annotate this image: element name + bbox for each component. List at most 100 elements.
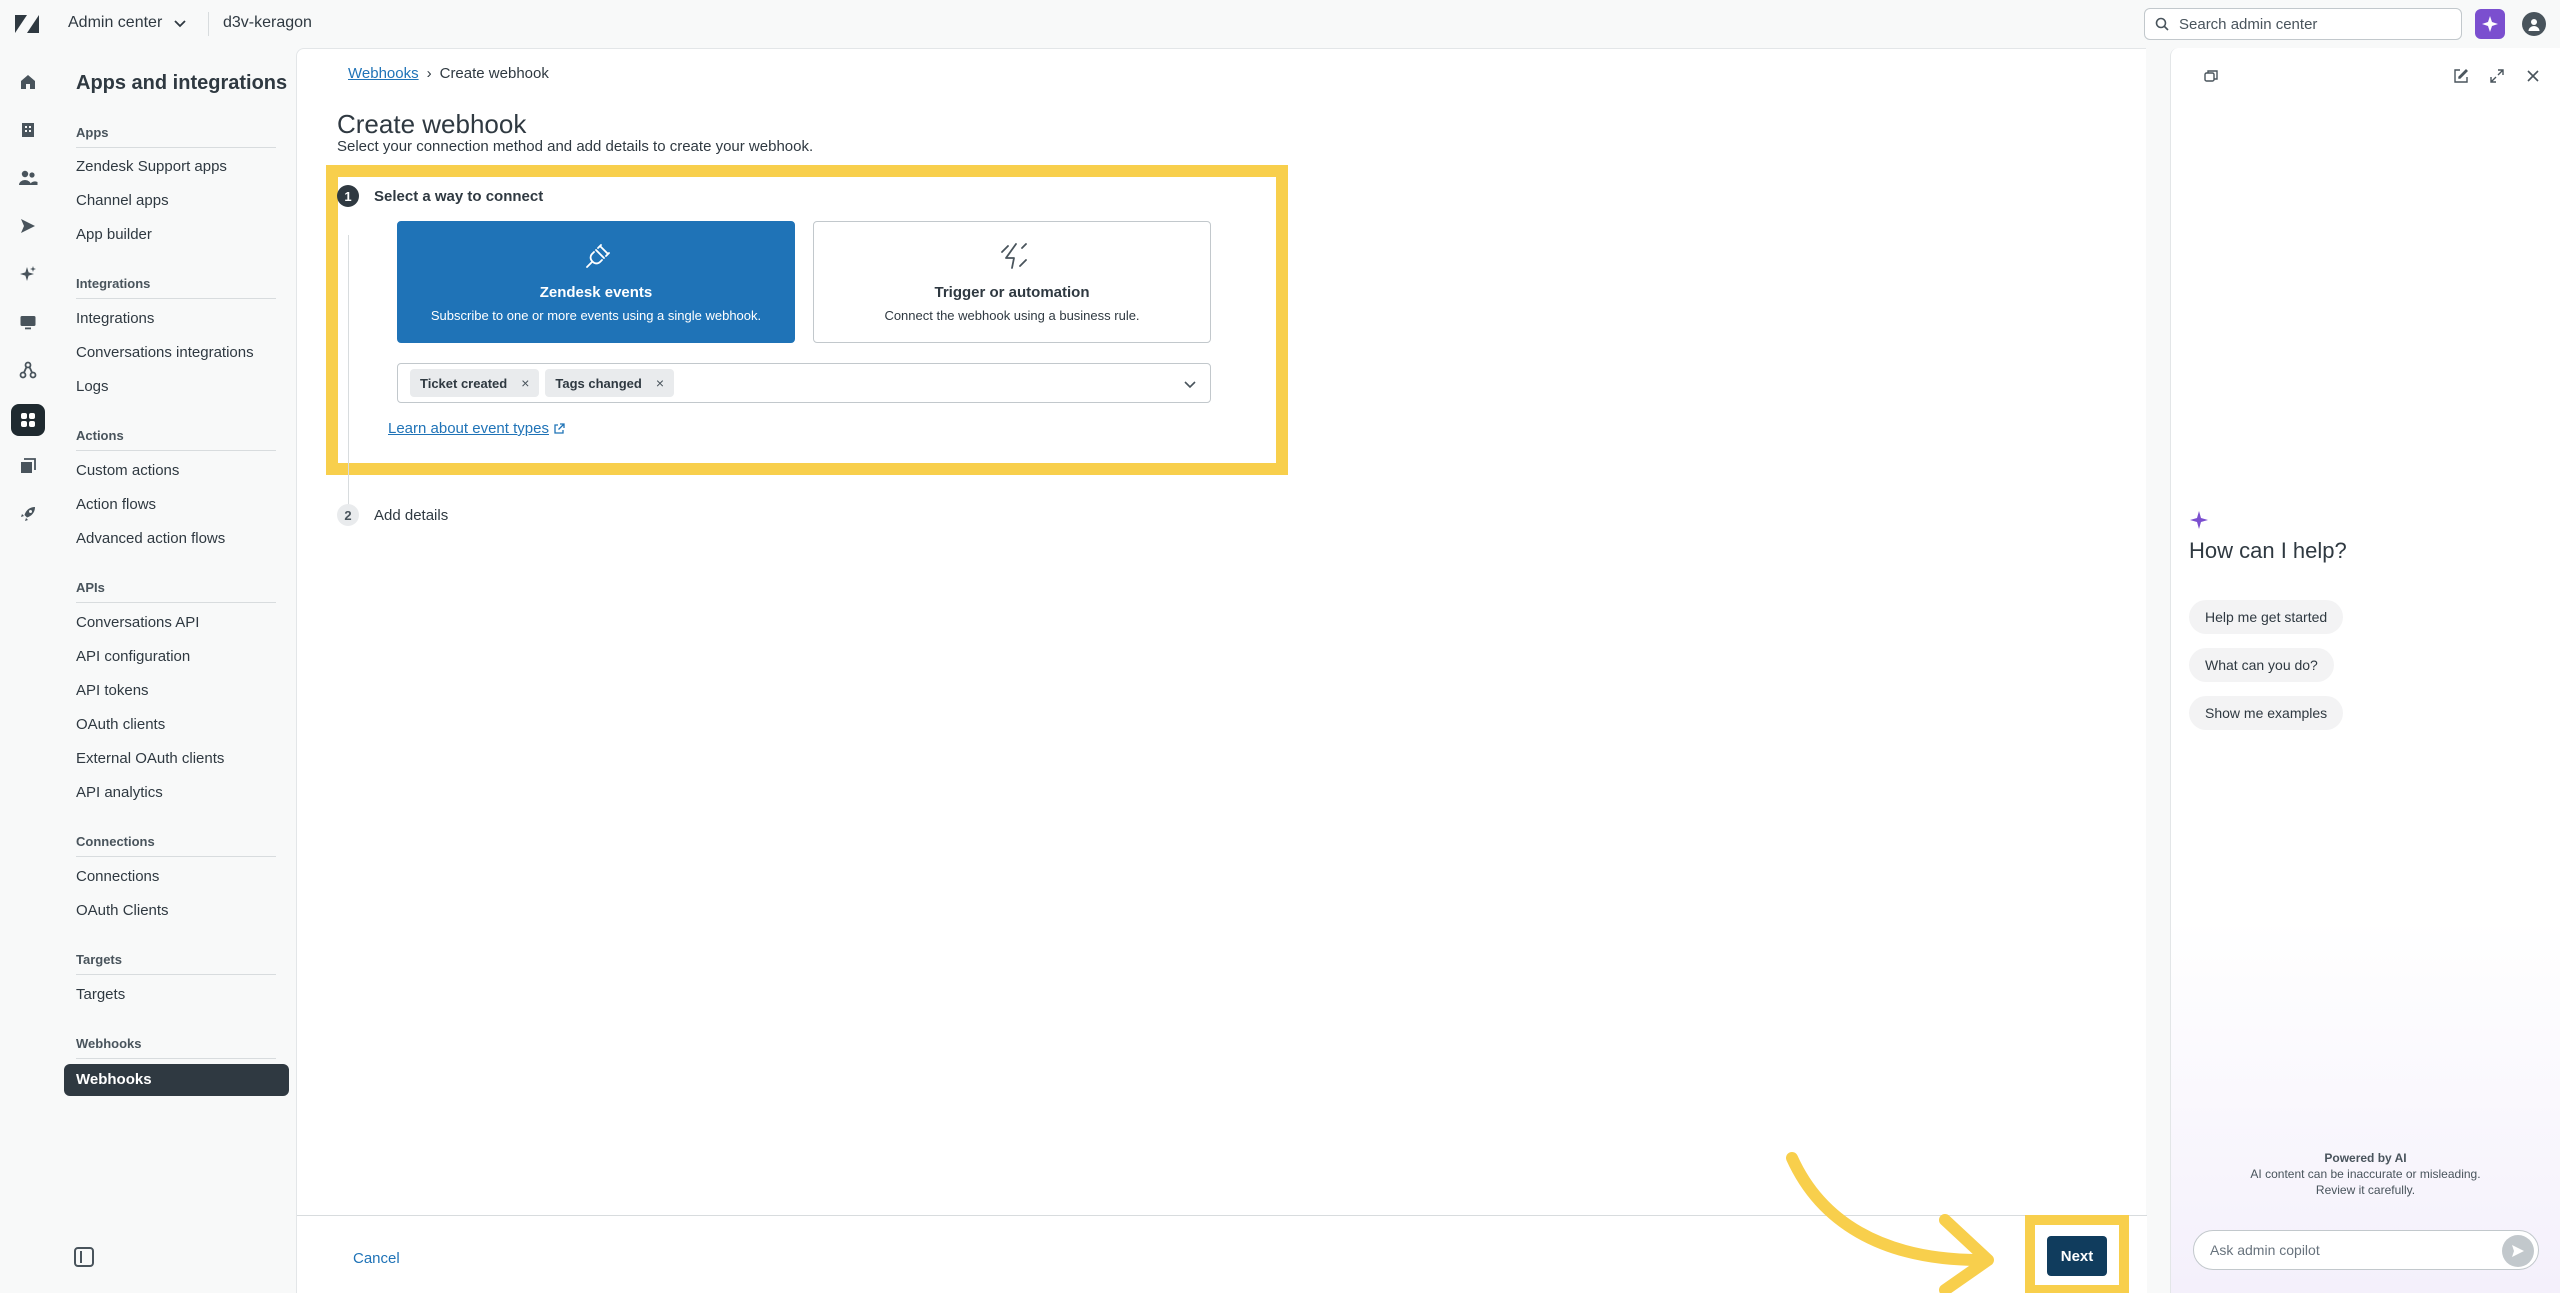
nav-item-logs[interactable]: Logs [76,378,109,395]
trigger-automation-desc: Connect the webhook using a business rul… [884,308,1140,323]
step-1-number: 1 [337,185,359,207]
copilot-heading: How can I help? [2189,538,2347,563]
trigger-automation-card[interactable]: Trigger or automation Connect the webhoo… [813,221,1211,343]
event-types-multiselect[interactable]: Ticket created × Tags changed × [397,363,1211,403]
powered-by-ai: Powered by AI [2324,1151,2407,1165]
rocket-icon[interactable] [16,502,40,526]
nav-section-connections: Connections [76,834,276,857]
step-2-label: Add details [374,507,449,524]
nav-section-apis: APIs [76,580,276,603]
search-input[interactable] [2179,15,2449,33]
nav-item-webhooks[interactable]: Webhooks [64,1064,289,1096]
collapse-nav-icon[interactable] [74,1247,94,1267]
routing-icon[interactable] [16,358,40,382]
suggestion-chip-what-can-you-do[interactable]: What can you do? [2189,648,2334,682]
nav-item-custom-actions[interactable]: Custom actions [76,462,179,479]
home-icon[interactable] [16,70,40,94]
learn-event-types-link[interactable]: Learn about event types [388,420,565,437]
send-icon[interactable] [16,214,40,238]
tag-label: Ticket created [420,375,508,391]
top-bar: Admin center d3v-keragon [0,0,2560,48]
tag-tags-changed: Tags changed × [545,369,675,397]
breadcrumb-webhooks-link[interactable]: Webhooks [348,65,419,82]
nav-item-integrations[interactable]: Integrations [76,310,154,327]
objects-icon[interactable] [16,454,40,478]
nav-item-api-analytics[interactable]: API analytics [76,784,163,801]
suggestion-chip-get-started[interactable]: Help me get started [2189,600,2344,634]
nav-item-external-oauth-clients[interactable]: External OAuth clients [76,750,224,767]
copilot-panel: How can I help? Help me get started What… [2170,48,2560,1293]
close-icon[interactable] [2523,66,2543,86]
product-name: Admin center [68,14,163,31]
external-link-icon [554,422,565,434]
new-chat-icon[interactable] [2451,66,2471,86]
nav-item-connections[interactable]: Connections [76,868,159,885]
zendesk-events-desc: Subscribe to one or more events using a … [430,308,762,323]
send-button[interactable] [2502,1235,2534,1267]
apps-icon[interactable] [11,404,45,436]
nav-item-zendesk-support-apps[interactable]: Zendesk Support apps [76,158,227,175]
zendesk-logo-icon[interactable] [14,12,40,36]
nav-item-oauth-clients[interactable]: OAuth clients [76,716,165,733]
expand-icon[interactable] [2487,66,2507,86]
product-switcher[interactable]: Admin center [68,14,188,32]
user-avatar-button[interactable] [2522,12,2546,36]
nav-section-targets: Targets [76,952,276,975]
send-icon [2512,1245,2524,1257]
tag-remove-icon[interactable]: × [521,375,529,391]
people-icon[interactable] [16,166,40,190]
topbar-divider [208,12,209,36]
breadcrumb-current: Create webhook [439,65,549,82]
left-rail [0,48,56,1293]
page-title: Create webhook [337,109,527,139]
copilot-ask-box[interactable] [2193,1230,2539,1270]
ai-copilot-button[interactable] [2475,9,2505,39]
zendesk-events-title: Zendesk events [539,284,653,301]
nav-item-channel-apps[interactable]: Channel apps [76,192,169,209]
chevron-down-icon[interactable] [1182,376,1198,392]
nav-item-oauth-clients-connections[interactable]: OAuth Clients [76,902,169,919]
search-box[interactable] [2144,8,2462,40]
tag-remove-icon[interactable]: × [656,375,664,391]
nav-section-integrations: Integrations [76,276,276,299]
disclaimer-line-1: AI content can be inaccurate or misleadi… [2250,1167,2481,1181]
nav-title: Apps and integrations [76,72,288,94]
nav-item-api-configuration[interactable]: API configuration [76,648,190,665]
nav-item-targets[interactable]: Targets [76,986,125,1003]
trigger-automation-title: Trigger or automation [934,284,1090,301]
annotation-arrow-icon [1786,1152,1994,1293]
building-icon[interactable] [16,118,40,142]
tag-label: Tags changed [555,375,642,391]
breadcrumb: Webhooks › Create webhook [348,65,549,82]
disclaimer-line-2: Review it carefully. [2315,1183,2416,1197]
account-name: d3v-keragon [223,14,312,31]
ai-disclaimer: Powered by AI AI content can be inaccura… [2171,1150,2560,1198]
nav-item-action-flows[interactable]: Action flows [76,496,156,513]
history-icon[interactable] [2201,66,2221,86]
copilot-ask-input[interactable] [2210,1242,2490,1258]
cancel-button[interactable]: Cancel [353,1250,400,1267]
sparkles-icon[interactable] [16,262,40,286]
next-button[interactable]: Next [2047,1236,2107,1276]
main-content: Webhooks › Create webhook Create webhook… [296,48,2147,1293]
secondary-nav: Apps and integrations Apps Zendesk Suppo… [56,48,296,1293]
nav-section-apps: Apps [76,125,276,148]
step-1-label: Select a way to connect [374,188,544,205]
nav-item-app-builder[interactable]: App builder [76,226,152,243]
step-connector-line [348,235,349,512]
suggestion-chip-show-examples[interactable]: Show me examples [2189,696,2344,730]
tag-ticket-created: Ticket created × [410,369,540,397]
nav-item-conversations-api[interactable]: Conversations API [76,614,199,631]
sparkle-icon [2482,16,2498,32]
nav-item-advanced-action-flows[interactable]: Advanced action flows [76,530,225,547]
step-2-number: 2 [337,504,359,526]
breadcrumb-separator: › [426,65,432,82]
learn-link-label: Learn about event types [388,420,549,437]
nav-section-actions: Actions [76,428,276,451]
zendesk-events-card[interactable]: Zendesk events Subscribe to one or more … [397,221,795,343]
plug-icon [586,244,610,268]
nav-section-webhooks: Webhooks [76,1036,276,1059]
nav-item-conversations-integrations[interactable]: Conversations integrations [76,344,254,361]
monitor-icon[interactable] [16,310,40,334]
nav-item-api-tokens[interactable]: API tokens [76,682,149,699]
